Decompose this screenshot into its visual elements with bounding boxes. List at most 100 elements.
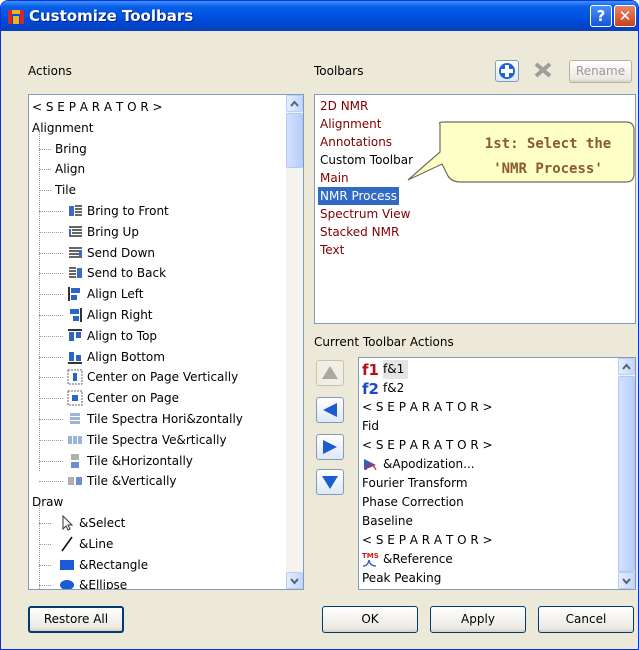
close-button[interactable]: ✕ (614, 5, 636, 27)
tms-reference-icon: TMS (362, 552, 378, 567)
actions-tree-item[interactable]: Bring to Front (87, 201, 169, 221)
actions-tree-item[interactable]: &Select (79, 513, 125, 533)
toolbar-list-item[interactable]: Main (318, 169, 351, 187)
current-action-item[interactable]: Fourier Transform (362, 474, 468, 493)
apply-button[interactable]: Apply (430, 606, 526, 633)
toolbar-list-item[interactable]: Text (318, 241, 346, 259)
toolbar-list-item[interactable]: Spectrum View (318, 205, 412, 223)
actions-tree-item[interactable]: &Line (79, 534, 113, 554)
select-arrow-icon (62, 515, 74, 531)
f2-icon: f2 (362, 380, 378, 396)
move-right-button[interactable] (316, 434, 344, 460)
actions-tree-item[interactable]: Bring Up (87, 222, 139, 242)
align-left-icon (68, 287, 80, 302)
actions-tree-item[interactable]: Send to Back (87, 263, 166, 283)
title-bar[interactable]: Customize Toolbars ? ✕ (1, 1, 638, 31)
svg-text:f2: f2 (362, 380, 378, 396)
bring-to-front-icon (69, 205, 82, 216)
tile-spectra-vertical-icon (68, 435, 82, 444)
window-title: Customize Toolbars (29, 7, 194, 25)
align-top-icon (68, 328, 82, 341)
help-button[interactable]: ? (590, 5, 612, 27)
scroll-down-button[interactable] (286, 572, 303, 589)
actions-tree-item[interactable]: Tile Spectra Hori&zontally (87, 409, 243, 429)
move-down-button[interactable] (316, 469, 344, 495)
align-right-icon (70, 308, 82, 322)
current-action-item[interactable]: Baseline (362, 512, 413, 531)
actions-tree-item[interactable]: Align (55, 159, 85, 179)
toolbar-list-item[interactable]: Stacked NMR (318, 223, 401, 241)
current-action-item[interactable]: &Reference (383, 550, 453, 569)
actions-tree[interactable]: < S E P A R A T O R > Alignment Bring Align… (28, 94, 304, 590)
chevron-down-icon (290, 578, 299, 585)
send-down-icon (69, 246, 82, 258)
toolbar-list-item[interactable]: Alignment (318, 115, 383, 133)
scroll-thumb[interactable] (286, 113, 303, 168)
actions-tree-item[interactable]: Tile &Vertically (87, 471, 177, 491)
actions-tree-item[interactable]: Alignment (32, 118, 93, 138)
scroll-up-button[interactable] (618, 358, 635, 375)
actions-tree-item[interactable]: < S E P A R A T O R > (32, 97, 163, 117)
actions-scrollbar[interactable] (286, 95, 303, 589)
actions-tree-item[interactable]: Align Bottom (87, 347, 165, 367)
current-action-item[interactable]: < S E P A R A T O R > (362, 398, 493, 417)
rename-button[interactable]: Rename (569, 60, 632, 83)
current-action-item[interactable]: f&2 (383, 379, 404, 398)
current-action-item[interactable]: Phase Correction (362, 493, 464, 512)
toolbar-list-item[interactable]: 2D NMR (318, 97, 370, 115)
move-left-button[interactable] (316, 397, 344, 423)
actions-tree-item[interactable]: Tile Spectra Ve&rtically (87, 430, 227, 450)
close-icon: ✕ (618, 7, 632, 25)
center-vertical-icon (67, 369, 83, 385)
toolbar-list-item[interactable]: Annotations (318, 133, 394, 151)
delete-toolbar-button[interactable] (532, 60, 556, 82)
add-toolbar-button[interactable] (495, 60, 519, 82)
current-actions-scrollbar[interactable] (618, 358, 635, 589)
customize-toolbars-dialog: Customize Toolbars ? ✕ Actions Toolbars … (0, 0, 639, 650)
actions-tree-item[interactable]: Tile (55, 180, 76, 200)
actions-tree-item[interactable]: Center on Page Vertically (87, 367, 238, 387)
apodization-icon (364, 459, 377, 471)
tile-spectra-horizontal-icon (70, 413, 80, 424)
triangle-down-icon (322, 476, 338, 489)
current-action-item[interactable]: < S E P A R A T O R > (362, 436, 493, 455)
scroll-thumb[interactable] (618, 376, 635, 572)
actions-tree-item[interactable]: Align Right (87, 305, 153, 325)
actions-tree-item[interactable]: Align Left (87, 284, 144, 304)
current-action-item[interactable]: &Apodization... (383, 455, 475, 474)
align-bottom-icon (68, 351, 82, 364)
app-icon (8, 10, 24, 24)
cancel-button[interactable]: Cancel (538, 606, 634, 633)
actions-tree-item[interactable]: Tile &Horizontally (87, 451, 193, 471)
callout-line-2: 'NMR Process' (493, 161, 603, 177)
current-action-item[interactable]: < S E P A R A T O R > (362, 531, 493, 550)
scroll-up-button[interactable] (286, 95, 303, 112)
current-action-item[interactable]: Fid (362, 417, 379, 436)
delete-x-icon (534, 62, 552, 78)
restore-all-button[interactable]: Restore All (28, 606, 124, 633)
current-action-item[interactable]: f&1 (383, 360, 409, 379)
triangle-left-icon (323, 403, 337, 417)
current-action-item[interactable]: Peak Peaking (362, 569, 441, 588)
actions-tree-item[interactable]: Align to Top (87, 326, 157, 346)
ok-button[interactable]: OK (322, 606, 418, 633)
rectangle-icon (60, 559, 74, 570)
chevron-down-icon (622, 578, 631, 585)
current-actions-list[interactable]: f1 f&1 f2 f&2 < S E P A R A T O R > Fid < S E … (358, 357, 636, 590)
scroll-down-button[interactable] (618, 572, 635, 589)
toolbar-list-item[interactable]: NMR Process (318, 187, 400, 205)
tile-vertical-icon (68, 477, 82, 486)
actions-tree-item[interactable]: Bring (55, 139, 87, 159)
actions-tree-item[interactable]: &Ellipse (79, 575, 127, 589)
actions-tree-item[interactable]: Send Down (87, 243, 155, 263)
actions-label: Actions (28, 64, 72, 78)
instruction-callout (407, 121, 635, 183)
question-icon: ? (596, 7, 606, 25)
ellipse-icon (60, 580, 74, 589)
actions-tree-item[interactable]: Draw (32, 492, 63, 512)
actions-tree-item[interactable]: &Rectangle (79, 555, 148, 575)
actions-tree-item[interactable]: Center on Page (87, 388, 179, 408)
current-actions-label: Current Toolbar Actions (314, 335, 454, 349)
line-icon (61, 536, 73, 552)
move-up-button[interactable] (316, 360, 344, 386)
